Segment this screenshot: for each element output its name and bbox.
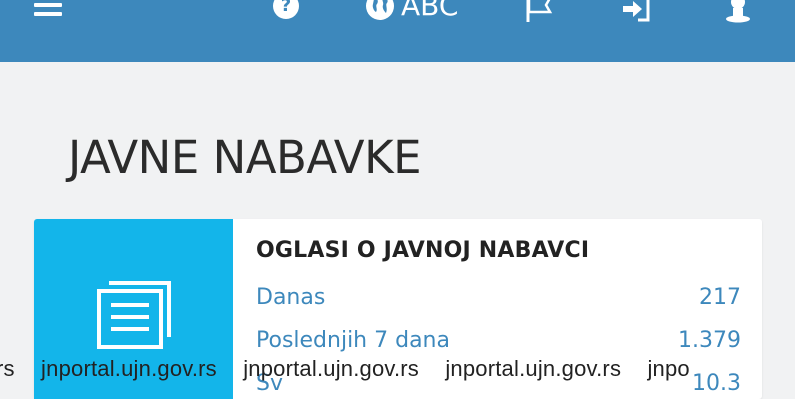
flag-icon[interactable]: [524, 0, 554, 28]
menu-icon[interactable]: [34, 0, 62, 18]
watermark-text: rs: [0, 356, 15, 381]
sign-in-icon[interactable]: [620, 0, 652, 27]
stat-label[interactable]: Danas: [256, 285, 325, 310]
watermark-overlay: rs jnportal.ujn.gov.rs jnportal.ujn.gov.…: [0, 356, 795, 382]
stat-value[interactable]: 217: [699, 285, 741, 310]
documents-icon: [97, 281, 171, 349]
language-label[interactable]: ABC: [401, 0, 458, 21]
top-navigation-bar: ? ABC: [0, 0, 795, 62]
stat-label[interactable]: Poslednjih 7 dana: [256, 328, 450, 353]
watermark-text: jnpo: [647, 356, 690, 381]
watermark-text: jnportal.ujn.gov.rs: [243, 356, 420, 381]
watermark-text: jnportal.ujn.gov.rs: [445, 356, 622, 381]
watermark-text: jnportal.ujn.gov.rs: [41, 356, 217, 381]
person-icon[interactable]: [724, 0, 752, 28]
page-title: JAVNE NABAVKE: [68, 131, 422, 184]
card-title: OGLASI O JAVNOJ NABAVCI: [256, 238, 590, 263]
stat-value[interactable]: 1.379: [678, 328, 741, 353]
globe-icon[interactable]: [365, 0, 395, 25]
help-icon[interactable]: ?: [273, 0, 299, 19]
